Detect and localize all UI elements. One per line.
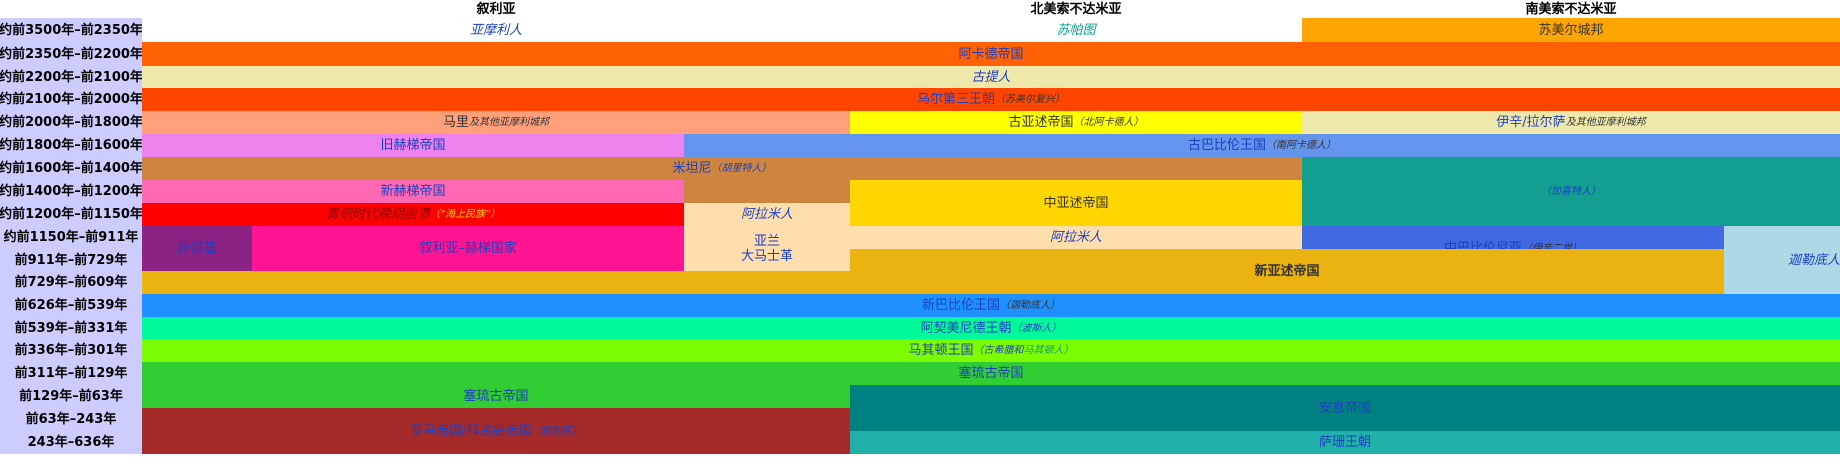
neo-babylon-cell: 新巴比伦王国 （迦勒底人） [142,294,1840,317]
mari-label: 马里 [442,115,469,130]
old-hittite-cell: 旧赫梯帝国 [142,134,684,157]
period-label: 前626年–前539年 [0,294,142,317]
period-label: 约前2200年–前2100年 [0,66,142,88]
parthia-cell: 安息帝国 [850,385,1840,431]
damascus-label: 大马士革 [740,248,793,264]
isin-larsa-label: 伊辛/拉尔萨 [1496,115,1566,130]
ur3-label: 乌尔第三王朝 [916,92,995,107]
period-label: 约前1400年–前1200年 [0,180,142,203]
macedon-note-2: 马其顿人） [1023,345,1074,356]
period-label: 约前1800年–前1600年 [0,134,142,157]
bronze-collapse-label: 青铜时代晚期崩溃 [325,207,430,222]
neo-babylon-label: 新巴比伦王国 [921,298,1000,313]
aram-damascus-cell: 亚兰 大马士革 [684,226,850,271]
aramaeans-cell: 阿拉米人 [684,203,850,226]
header-south-mesopotamia: 南美索不达米亚 [1525,1,1617,17]
macedon-cell: 马其顿王国 （古希腊和 马其顿人） [142,339,1840,362]
mari-cell: 马里 及其他亚摩利城邦 [142,111,850,134]
neo-assyria-top-cell: 新亚述帝国 [850,249,1724,294]
neo-babylon-note: （迦勒底人） [1000,300,1060,311]
period-label: 前539年–前331年 [0,317,142,339]
header-syria: 叙利亚 [476,1,516,17]
mitanni-cell: 米坦尼 （胡里特人） [142,157,1302,180]
sasanian-cell: 萨珊王朝 [850,431,1840,454]
ur3-cell: 乌尔第三王朝 （苏美尔复兴） [142,88,1840,111]
old-assyria-note: （北阿卡德人） [1073,117,1144,128]
phoenicia-cell: 腓尼基 [142,226,252,271]
bronze-collapse-note: （“海上民族”） [429,209,501,220]
syro-hittite-cell: 叙利亚–赫梯国家 [252,226,684,271]
mitanni-label: 米坦尼 [672,161,712,176]
subarians-cell: 苏帕图 [1056,22,1096,38]
roman-byzantine-cell: 罗马帝国/拜占庭帝国 （叙利亚） [142,408,850,454]
old-assyria-label: 古亚述帝国 [1008,115,1074,130]
mari-note: 及其他亚摩利城邦 [469,117,549,128]
amorites-cell: 亚摩利人 [469,22,522,38]
sumer-cell: 苏美尔城邦 [1302,18,1840,42]
period-label: 约前2100年–前2000年 [0,88,142,111]
macedon-note-1: （古希腊和 [973,345,1024,356]
period-label: 243年–636年 [0,431,142,454]
middle-assyria-cell: 中亚述帝国 [850,180,1302,226]
period-label: 约前1200年–前1150年 [0,203,142,226]
kassite-note: （加喜特人） [1541,186,1601,197]
gutians-cell: 古提人 [142,66,1840,88]
period-label: 约前2350年–前2200年 [0,42,142,66]
akkad-cell: 阿卡德帝国 [142,42,1840,66]
aramaeans-north-cell: 阿拉米人 [850,226,1302,249]
roman-byzantine-label: 罗马帝国/拜占庭帝国 [410,423,532,439]
new-hittite-cell: 新赫梯帝国 [142,180,684,203]
achaemenid-label: 阿契美尼德王朝 [920,320,1012,336]
seleucid-syria-cell: 塞琉古帝国 [142,385,850,408]
seleucid-full-cell: 塞琉古帝国 [142,362,1840,385]
period-label: 前336年–前301年 [0,339,142,362]
old-babylon-label: 古巴比伦王国 [1187,138,1266,153]
isin-larsa-note: 及其他亚摩利城邦 [1565,117,1646,128]
period-label: 前729年–前609年 [0,271,142,294]
mitanni-note: （胡里特人） [711,163,772,174]
history-timeline-table: 叙利亚 北美索不达米亚 南美索不达米亚 约前3500年–前2350年 约前235… [0,0,1840,462]
achaemenid-cell: 阿契美尼德王朝 （波斯人） [142,317,1840,339]
period-label: 约前3500年–前2350年 [0,18,142,42]
period-label: 前63年–243年 [0,408,142,431]
chaldeans-cell: 迦勒底人 [1724,226,1840,294]
ur3-note: （苏美尔复兴） [995,94,1065,105]
old-babylon-note: （南阿卡德人） [1266,140,1336,151]
old-assyria-cell: 古亚述帝国 （北阿卡德人） [850,111,1302,134]
neo-assyria-bottom-cell [142,271,850,294]
header-north-mesopotamia: 北美索不达米亚 [1030,1,1122,17]
mitanni-remnant-cell [684,180,850,203]
bronze-collapse-cell: 青铜时代晚期崩溃 （“海上民族”） [142,203,684,226]
period-label: 前129年–前63年 [0,385,142,408]
period-label: 约前2000年–前1800年 [0,111,142,134]
period-label: 前911年–前729年 [0,249,142,271]
isin-larsa-cell: 伊辛/拉尔萨 及其他亚摩利城邦 [1302,111,1840,134]
period-label: 约前1150年–前911年 [0,226,142,249]
macedon-label: 马其顿王国 [908,343,974,358]
old-babylon-cell: 古巴比伦王国 （南阿卡德人） [684,134,1840,157]
aram-label: 亚兰 [753,233,780,249]
period-label: 前311年–前129年 [0,362,142,385]
kassite-cell: （加喜特人） [1302,157,1840,226]
achaemenid-note: （波斯人） [1011,322,1062,334]
period-label: 约前1600年–前1400年 [0,157,142,180]
roman-byzantine-note: （叙利亚） [531,425,582,437]
